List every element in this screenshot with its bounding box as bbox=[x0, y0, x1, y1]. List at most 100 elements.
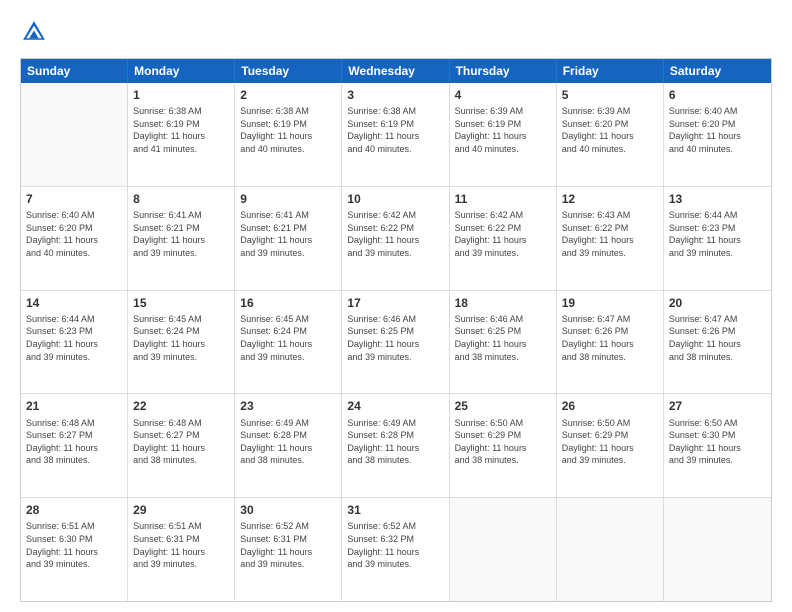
day-number: 19 bbox=[562, 295, 658, 311]
calendar-cell: 26 Sunrise: 6:50 AMSunset: 6:29 PMDayligh… bbox=[557, 394, 664, 497]
cell-info: Sunrise: 6:38 AMSunset: 6:19 PMDaylight:… bbox=[347, 105, 443, 155]
day-number: 2 bbox=[240, 87, 336, 103]
day-number: 16 bbox=[240, 295, 336, 311]
day-number: 26 bbox=[562, 398, 658, 414]
cell-info: Sunrise: 6:48 AMSunset: 6:27 PMDaylight:… bbox=[26, 417, 122, 467]
calendar-header: SundayMondayTuesdayWednesdayThursdayFrid… bbox=[21, 59, 771, 83]
calendar-cell: 2 Sunrise: 6:38 AMSunset: 6:19 PMDaylight… bbox=[235, 83, 342, 186]
calendar-cell: 20 Sunrise: 6:47 AMSunset: 6:26 PMDayligh… bbox=[664, 291, 771, 394]
calendar-cell: 5 Sunrise: 6:39 AMSunset: 6:20 PMDaylight… bbox=[557, 83, 664, 186]
calendar-row-2: 14 Sunrise: 6:44 AMSunset: 6:23 PMDayligh… bbox=[21, 290, 771, 394]
logo-icon bbox=[20, 18, 48, 46]
calendar-cell: 14 Sunrise: 6:44 AMSunset: 6:23 PMDayligh… bbox=[21, 291, 128, 394]
day-number: 11 bbox=[455, 191, 551, 207]
cell-info: Sunrise: 6:38 AMSunset: 6:19 PMDaylight:… bbox=[240, 105, 336, 155]
day-number: 1 bbox=[133, 87, 229, 103]
calendar-cell: 1 Sunrise: 6:38 AMSunset: 6:19 PMDaylight… bbox=[128, 83, 235, 186]
calendar-cell: 22Sunrise: 6:48 AMSunset: 6:27 PMDayligh… bbox=[128, 394, 235, 497]
cell-info: Sunrise: 6:40 AMSunset: 6:20 PMDaylight:… bbox=[26, 209, 122, 259]
header-day-saturday: Saturday bbox=[664, 59, 771, 83]
calendar-cell: 27 Sunrise: 6:50 AMSunset: 6:30 PMDayligh… bbox=[664, 394, 771, 497]
calendar-row-1: 7 Sunrise: 6:40 AMSunset: 6:20 PMDaylight… bbox=[21, 186, 771, 290]
calendar-cell: 23 Sunrise: 6:49 AMSunset: 6:28 PMDayligh… bbox=[235, 394, 342, 497]
calendar-cell: 8 Sunrise: 6:41 AMSunset: 6:21 PMDaylight… bbox=[128, 187, 235, 290]
cell-info: Sunrise: 6:45 AMSunset: 6:24 PMDaylight:… bbox=[133, 313, 229, 363]
calendar-cell: 16Sunrise: 6:45 AMSunset: 6:24 PMDayligh… bbox=[235, 291, 342, 394]
day-number: 9 bbox=[240, 191, 336, 207]
cell-info: Sunrise: 6:52 AMSunset: 6:31 PMDaylight:… bbox=[240, 520, 336, 570]
cell-info: Sunrise: 6:49 AMSunset: 6:28 PMDaylight:… bbox=[347, 417, 443, 467]
calendar-cell bbox=[664, 498, 771, 601]
cell-info: Sunrise: 6:46 AMSunset: 6:25 PMDaylight:… bbox=[455, 313, 551, 363]
calendar-cell: 3Sunrise: 6:38 AMSunset: 6:19 PMDaylight… bbox=[342, 83, 449, 186]
day-number: 22 bbox=[133, 398, 229, 414]
day-number: 24 bbox=[347, 398, 443, 414]
cell-info: Sunrise: 6:39 AMSunset: 6:20 PMDaylight:… bbox=[562, 105, 658, 155]
calendar-cell: 19 Sunrise: 6:47 AMSunset: 6:26 PMDayligh… bbox=[557, 291, 664, 394]
calendar-cell: 29Sunrise: 6:51 AMSunset: 6:31 PMDayligh… bbox=[128, 498, 235, 601]
cell-info: Sunrise: 6:52 AMSunset: 6:32 PMDaylight:… bbox=[347, 520, 443, 570]
calendar-cell: 28 Sunrise: 6:51 AMSunset: 6:30 PMDayligh… bbox=[21, 498, 128, 601]
calendar-body: 1 Sunrise: 6:38 AMSunset: 6:19 PMDaylight… bbox=[21, 83, 771, 601]
day-number: 29 bbox=[133, 502, 229, 518]
page: SundayMondayTuesdayWednesdayThursdayFrid… bbox=[0, 0, 792, 612]
header-day-sunday: Sunday bbox=[21, 59, 128, 83]
header-day-thursday: Thursday bbox=[450, 59, 557, 83]
calendar-cell: 24 Sunrise: 6:49 AMSunset: 6:28 PMDayligh… bbox=[342, 394, 449, 497]
header-day-tuesday: Tuesday bbox=[235, 59, 342, 83]
calendar-cell: 11 Sunrise: 6:42 AMSunset: 6:22 PMDayligh… bbox=[450, 187, 557, 290]
cell-info: Sunrise: 6:50 AMSunset: 6:30 PMDaylight:… bbox=[669, 417, 766, 467]
cell-info: Sunrise: 6:51 AMSunset: 6:30 PMDaylight:… bbox=[26, 520, 122, 570]
day-number: 20 bbox=[669, 295, 766, 311]
calendar: SundayMondayTuesdayWednesdayThursdayFrid… bbox=[20, 58, 772, 602]
calendar-cell bbox=[557, 498, 664, 601]
day-number: 10 bbox=[347, 191, 443, 207]
calendar-cell bbox=[21, 83, 128, 186]
cell-info: Sunrise: 6:40 AMSunset: 6:20 PMDaylight:… bbox=[669, 105, 766, 155]
cell-info: Sunrise: 6:41 AMSunset: 6:21 PMDaylight:… bbox=[133, 209, 229, 259]
calendar-cell: 10 Sunrise: 6:42 AMSunset: 6:22 PMDayligh… bbox=[342, 187, 449, 290]
calendar-cell: 7 Sunrise: 6:40 AMSunset: 6:20 PMDaylight… bbox=[21, 187, 128, 290]
day-number: 14 bbox=[26, 295, 122, 311]
cell-info: Sunrise: 6:41 AMSunset: 6:21 PMDaylight:… bbox=[240, 209, 336, 259]
day-number: 17 bbox=[347, 295, 443, 311]
day-number: 28 bbox=[26, 502, 122, 518]
calendar-row-4: 28 Sunrise: 6:51 AMSunset: 6:30 PMDayligh… bbox=[21, 497, 771, 601]
cell-info: Sunrise: 6:42 AMSunset: 6:22 PMDaylight:… bbox=[455, 209, 551, 259]
cell-info: Sunrise: 6:38 AMSunset: 6:19 PMDaylight:… bbox=[133, 105, 229, 155]
day-number: 21 bbox=[26, 398, 122, 414]
calendar-cell: 13Sunrise: 6:44 AMSunset: 6:23 PMDayligh… bbox=[664, 187, 771, 290]
cell-info: Sunrise: 6:42 AMSunset: 6:22 PMDaylight:… bbox=[347, 209, 443, 259]
calendar-cell: 4Sunrise: 6:39 AMSunset: 6:19 PMDaylight… bbox=[450, 83, 557, 186]
calendar-cell: 30 Sunrise: 6:52 AMSunset: 6:31 PMDayligh… bbox=[235, 498, 342, 601]
cell-info: Sunrise: 6:44 AMSunset: 6:23 PMDaylight:… bbox=[26, 313, 122, 363]
day-number: 15 bbox=[133, 295, 229, 311]
calendar-cell: 17Sunrise: 6:46 AMSunset: 6:25 PMDayligh… bbox=[342, 291, 449, 394]
cell-info: Sunrise: 6:43 AMSunset: 6:22 PMDaylight:… bbox=[562, 209, 658, 259]
day-number: 23 bbox=[240, 398, 336, 414]
cell-info: Sunrise: 6:47 AMSunset: 6:26 PMDaylight:… bbox=[669, 313, 766, 363]
cell-info: Sunrise: 6:47 AMSunset: 6:26 PMDaylight:… bbox=[562, 313, 658, 363]
day-number: 31 bbox=[347, 502, 443, 518]
day-number: 7 bbox=[26, 191, 122, 207]
day-number: 30 bbox=[240, 502, 336, 518]
header-day-wednesday: Wednesday bbox=[342, 59, 449, 83]
calendar-cell: 9 Sunrise: 6:41 AMSunset: 6:21 PMDaylight… bbox=[235, 187, 342, 290]
calendar-cell: 15 Sunrise: 6:45 AMSunset: 6:24 PMDayligh… bbox=[128, 291, 235, 394]
day-number: 4 bbox=[455, 87, 551, 103]
cell-info: Sunrise: 6:44 AMSunset: 6:23 PMDaylight:… bbox=[669, 209, 766, 259]
calendar-row-0: 1 Sunrise: 6:38 AMSunset: 6:19 PMDaylight… bbox=[21, 83, 771, 186]
calendar-cell: 25Sunrise: 6:50 AMSunset: 6:29 PMDayligh… bbox=[450, 394, 557, 497]
day-number: 12 bbox=[562, 191, 658, 207]
cell-info: Sunrise: 6:50 AMSunset: 6:29 PMDaylight:… bbox=[562, 417, 658, 467]
header bbox=[20, 18, 772, 46]
day-number: 6 bbox=[669, 87, 766, 103]
day-number: 5 bbox=[562, 87, 658, 103]
day-number: 8 bbox=[133, 191, 229, 207]
day-number: 27 bbox=[669, 398, 766, 414]
cell-info: Sunrise: 6:49 AMSunset: 6:28 PMDaylight:… bbox=[240, 417, 336, 467]
header-day-friday: Friday bbox=[557, 59, 664, 83]
calendar-cell: 21 Sunrise: 6:48 AMSunset: 6:27 PMDayligh… bbox=[21, 394, 128, 497]
cell-info: Sunrise: 6:50 AMSunset: 6:29 PMDaylight:… bbox=[455, 417, 551, 467]
calendar-cell bbox=[450, 498, 557, 601]
